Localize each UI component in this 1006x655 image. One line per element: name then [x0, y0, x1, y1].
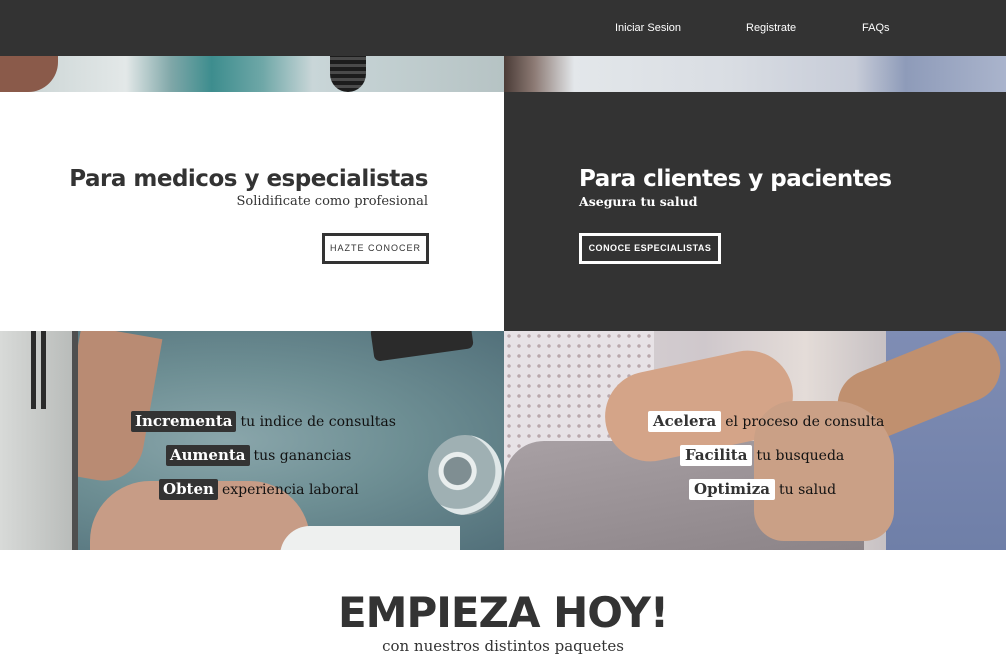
feature-highlight: Aumenta — [166, 445, 250, 466]
feature-text: tu busqueda — [756, 447, 845, 464]
sleeve-image-detail — [280, 526, 460, 550]
doctors-feature-line: Incrementa tu indice de consultas — [131, 411, 396, 432]
top-navigation-bar: Iniciar Sesion Registrate FAQs — [0, 0, 1006, 56]
feature-highlight: Optimiza — [689, 479, 775, 500]
feature-text: experiencia laboral — [221, 481, 359, 498]
cta-title: EMPIEZA HOY! — [337, 588, 669, 637]
doctors-feature-line: Aumenta tus ganancias — [166, 445, 351, 466]
hand-image-detail — [0, 56, 58, 92]
blood-pressure-cuff-image-detail — [0, 331, 78, 550]
patients-subtitle: Asegura tu salud — [579, 194, 698, 209]
doctors-subtitle: Solidificate como profesional — [236, 194, 428, 209]
hazte-conocer-button[interactable]: HAZTE CONOCER — [322, 233, 429, 264]
patient-banner-image — [504, 56, 1006, 92]
feature-highlight: Acelera — [648, 411, 722, 432]
feature-highlight: Obten — [159, 479, 218, 500]
doctor-banner-image — [0, 56, 504, 92]
feature-highlight: Incrementa — [131, 411, 237, 432]
patients-feature-line: Facilita tu busqueda — [680, 445, 844, 466]
feature-text: el proceso de consulta — [725, 413, 885, 430]
patients-panel: Para clientes y pacientes Asegura tu sal… — [504, 92, 1006, 331]
doctors-feature-line: Obten experiencia laboral — [159, 479, 359, 500]
nav-faqs-link[interactable]: FAQs — [862, 22, 890, 34]
patients-title: Para clientes y pacientes — [579, 166, 892, 192]
conoce-especialistas-button[interactable]: CONOCE ESPECIALISTAS — [579, 233, 721, 264]
feature-highlight: Facilita — [680, 445, 753, 466]
phone-image-detail — [370, 331, 474, 362]
cta-subtitle: con nuestros distintos paquetes — [382, 637, 624, 655]
patients-feature-line: Acelera el proceso de consulta — [648, 411, 884, 432]
doctors-title: Para medicos y especialistas — [69, 166, 428, 192]
feature-text: tu indice de consultas — [240, 413, 396, 430]
patients-feature-line: Optimiza tu salud — [689, 479, 836, 500]
nav-login-link[interactable]: Iniciar Sesion — [615, 22, 681, 34]
stethoscope-tube-image-detail — [330, 56, 366, 92]
feature-text: tu salud — [779, 481, 837, 498]
feature-text: tus ganancias — [253, 447, 352, 464]
cuff-tube-image-detail — [41, 331, 46, 409]
nav-register-link[interactable]: Registrate — [746, 22, 796, 34]
doctors-panel: Para medicos y especialistas Solidificat… — [0, 92, 504, 331]
doctors-features-image: Incrementa tu indice de consultas Aument… — [0, 331, 504, 550]
cuff-tube-image-detail — [31, 331, 36, 409]
patients-features-image: Acelera el proceso de consulta Facilita … — [504, 331, 1006, 550]
glass-image-detail — [428, 435, 502, 515]
